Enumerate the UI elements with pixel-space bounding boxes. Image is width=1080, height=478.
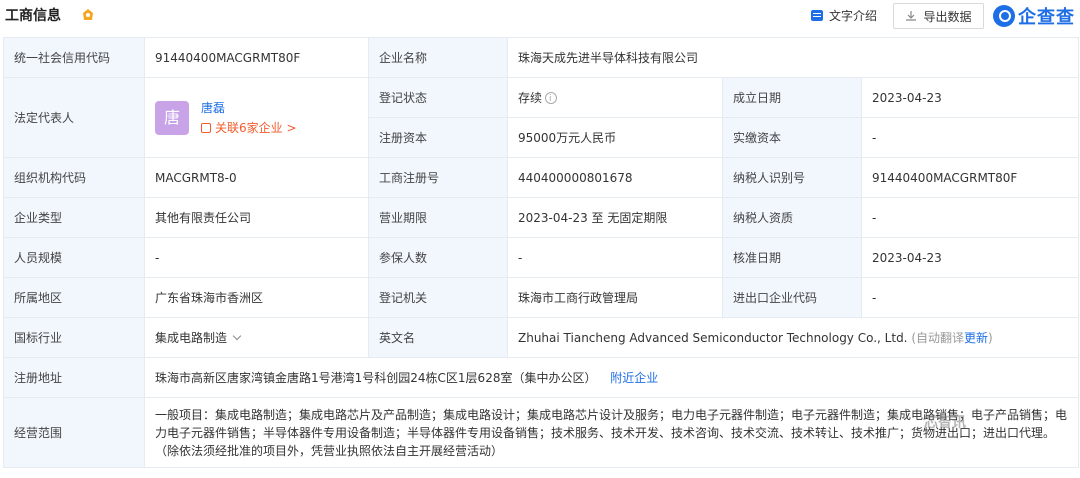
english-name-cell: Zhuhai Tiancheng Advanced Semiconductor …	[506, 317, 1080, 358]
table-row: 组织机构代码 MACGRMT8-0 工商注册号 440400000801678 …	[3, 157, 1080, 198]
paid-capital-label: 实缴资本	[722, 117, 862, 158]
legal-rep-cell: 唐 唐磊 关联6家企业 >	[144, 77, 369, 158]
address-label: 注册地址	[3, 357, 145, 398]
table-row: 人员规模 - 参保人数 - 核准日期 2023-04-23	[3, 237, 1080, 278]
biz-term-value: 2023-04-23 至 无固定期限	[507, 197, 723, 238]
region-label: 所属地区	[3, 277, 145, 318]
table-row: 统一社会信用代码 91440400MACGRMT80F 企业名称 珠海天成先进半…	[3, 37, 1080, 78]
table-row: 法定代表人 唐 唐磊 关联6家企业 > 登记状态 存续 成立日期 2023-04…	[3, 77, 1080, 158]
text-intro-button[interactable]: 文字介绍	[811, 6, 877, 24]
related-companies-link[interactable]: 关联6家企业 >	[201, 120, 297, 136]
taxpayer-id-label: 纳税人识别号	[722, 157, 862, 198]
staff-size-value: -	[144, 237, 369, 278]
download-icon	[906, 11, 917, 21]
reg-authority-label: 登记机关	[368, 277, 508, 318]
english-name-value: Zhuhai Tiancheng Advanced Semiconductor …	[518, 330, 908, 345]
text-doc-icon	[811, 9, 823, 21]
crown-icon	[83, 9, 93, 20]
qichacha-brand: 企查查	[993, 3, 1075, 29]
address-value: 珠海市高新区唐家湾镇金唐路1号港湾1号科创园24栋C区1层628室（集中办公区）	[155, 370, 597, 385]
taxpayer-id-value: 91440400MACGRMT80F	[860, 157, 1080, 198]
import-export-label: 进出口企业代码	[722, 277, 862, 318]
legal-rep-label: 法定代表人	[3, 77, 145, 158]
section-header: 工商信息 文字介绍 导出数据 企查查	[0, 0, 1080, 34]
biz-term-label: 营业期限	[368, 197, 508, 238]
table-row: 注册地址 珠海市高新区唐家湾镇金唐路1号港湾1号科创园24栋C区1层628室（集…	[3, 357, 1080, 398]
approval-date-label: 核准日期	[722, 237, 862, 278]
approval-date-value: 2023-04-23	[860, 237, 1080, 278]
org-code-value: MACGRMT8-0	[144, 157, 369, 198]
found-date-value: 2023-04-23	[860, 77, 1080, 118]
text-intro-label: 文字介绍	[829, 8, 878, 23]
table-row: 国标行业 集成电路制造 英文名 Zhuhai Tiancheng Advance…	[3, 317, 1080, 358]
biz-reg-no-label: 工商注册号	[368, 157, 508, 198]
staff-size-label: 人员规模	[3, 237, 145, 278]
related-companies-label: 关联6家企业 >	[215, 120, 297, 135]
address-cell: 珠海市高新区唐家湾镇金唐路1号港湾1号科创园24栋C区1层628室（集中办公区）…	[143, 357, 1080, 398]
credit-code-label: 统一社会信用代码	[3, 37, 145, 78]
update-link[interactable]: 更新	[964, 331, 988, 345]
avatar[interactable]: 唐	[155, 100, 189, 135]
import-export-value: -	[860, 277, 1080, 318]
taxpayer-qual-value: -	[860, 197, 1080, 238]
company-type-value: 其他有限责任公司	[144, 197, 369, 238]
scope-label: 经营范围	[3, 397, 145, 468]
auto-translate-note: (自动翻译	[911, 330, 965, 345]
company-name-label: 企业名称	[368, 37, 508, 78]
org-code-label: 组织机构代码	[3, 157, 145, 198]
chevron-down-icon	[232, 331, 242, 340]
reg-capital-label: 注册资本	[368, 117, 508, 158]
insured-label: 参保人数	[368, 237, 508, 278]
reg-status-cell: 存续	[507, 77, 723, 118]
company-type-label: 企业类型	[3, 197, 145, 238]
reg-status-value: 存续	[518, 90, 543, 105]
industry-label: 国标行业	[3, 317, 145, 358]
reg-capital-value: 95000万元人民币	[507, 117, 723, 158]
brand-name: 企查查	[1018, 7, 1075, 28]
qichacha-logo-icon	[993, 5, 1015, 27]
scope-value: 一般项目：集成电路制造；集成电路芯片及产品制造；集成电路设计；集成电路芯片设计及…	[143, 397, 1080, 468]
export-data-button[interactable]: 导出数据	[893, 3, 984, 29]
paid-capital-value: -	[860, 117, 1080, 158]
section-title: 工商信息	[5, 8, 61, 24]
export-data-label: 导出数据	[923, 9, 972, 24]
english-name-label: 英文名	[368, 317, 508, 358]
taxpayer-qual-label: 纳税人资质	[722, 197, 862, 238]
watermark: 芯智讯	[924, 415, 966, 431]
info-icon[interactable]	[545, 90, 558, 108]
relation-icon	[201, 122, 211, 133]
table-row: 经营范围 一般项目：集成电路制造；集成电路芯片及产品制造；集成电路设计；集成电路…	[3, 397, 1080, 468]
found-date-label: 成立日期	[722, 77, 862, 118]
reg-authority-value: 珠海市工商行政管理局	[507, 277, 723, 318]
legal-rep-name-link[interactable]: 唐磊	[201, 100, 297, 116]
industry-dropdown[interactable]: 集成电路制造	[144, 317, 369, 358]
table-row: 所属地区 广东省珠海市香洲区 登记机关 珠海市工商行政管理局 进出口企业代码 -	[3, 277, 1080, 318]
auto-translate-close: )	[988, 330, 993, 345]
insured-value: -	[507, 237, 723, 278]
nearby-companies-link[interactable]: 附近企业	[610, 371, 658, 385]
table-row: 企业类型 其他有限责任公司 营业期限 2023-04-23 至 无固定期限 纳税…	[3, 197, 1080, 238]
biz-reg-no-value: 440400000801678	[507, 157, 723, 198]
credit-code-value: 91440400MACGRMT80F	[144, 37, 369, 78]
industry-value: 集成电路制造	[155, 330, 228, 345]
region-value: 广东省珠海市香洲区	[144, 277, 369, 318]
company-name-value: 珠海天成先进半导体科技有限公司	[506, 37, 1080, 78]
reg-status-label: 登记状态	[368, 77, 508, 118]
business-info-table: 统一社会信用代码 91440400MACGRMT80F 企业名称 珠海天成先进半…	[3, 37, 1080, 468]
